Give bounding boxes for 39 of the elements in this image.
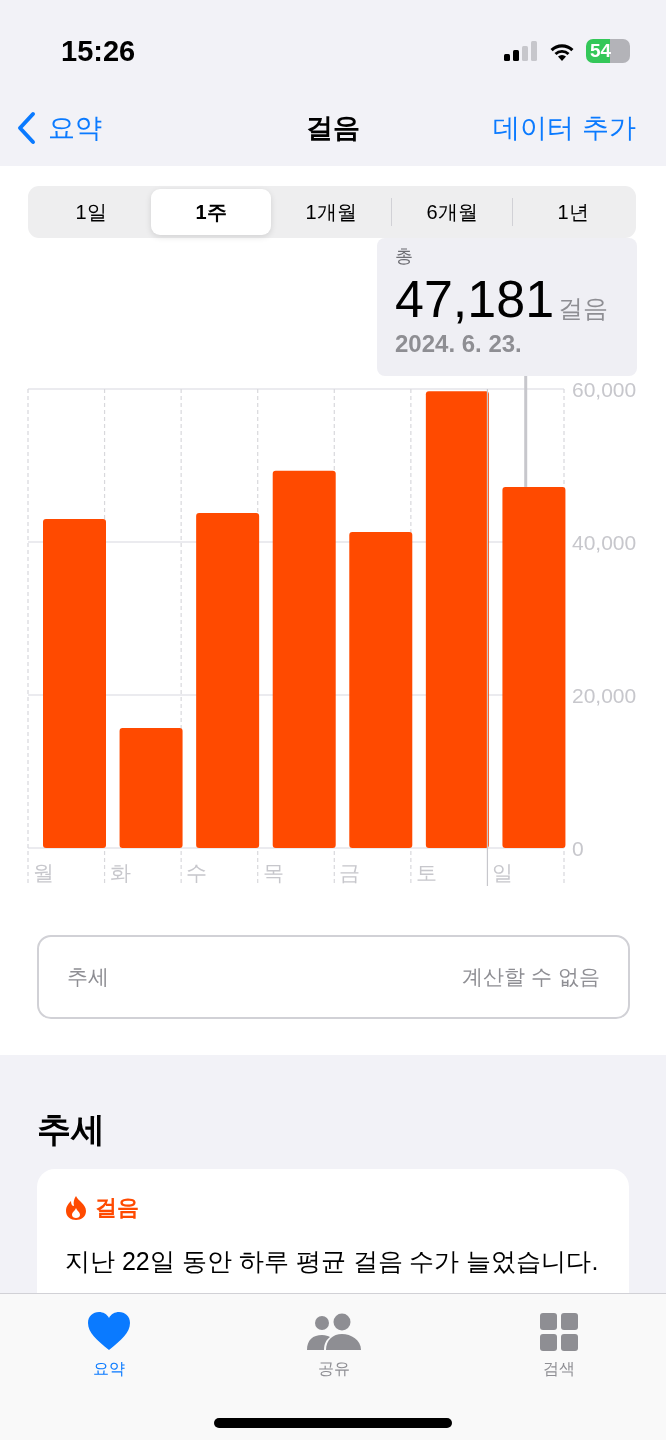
x-axis-label: 월 xyxy=(33,861,54,884)
y-axis-label: 0 xyxy=(572,837,584,860)
trend-label: 추세 xyxy=(67,964,109,990)
x-axis-label: 일 xyxy=(492,861,514,884)
segment-tab[interactable]: 1년 xyxy=(512,198,633,226)
segment-tab[interactable]: 1주 xyxy=(151,189,271,235)
grid-icon xyxy=(540,1313,578,1351)
status-time: 15:26 xyxy=(61,34,136,68)
tooltip-unit: 걸음 xyxy=(558,293,609,324)
flame-icon xyxy=(65,1195,87,1221)
chevron-left-icon xyxy=(16,111,36,145)
x-axis-label: 금 xyxy=(339,861,361,884)
card-title: 걸음 xyxy=(95,1194,139,1222)
x-axis-label: 목 xyxy=(262,861,284,884)
x-axis-label: 화 xyxy=(109,861,131,884)
tab-bar-item[interactable]: 요약 xyxy=(64,1308,154,1380)
people-icon xyxy=(306,1313,362,1351)
tooltip-date: 2024. 6. 23. xyxy=(395,330,523,358)
signal-icon xyxy=(504,41,538,61)
back-button[interactable]: 요약 xyxy=(16,110,102,146)
trend-value: 계산할 수 없음 xyxy=(462,964,600,990)
section-heading: 추세 xyxy=(37,1109,106,1150)
back-label: 요약 xyxy=(48,112,102,145)
segment-tab[interactable]: 1일 xyxy=(31,189,151,235)
trend-card[interactable]: 걸음 지난 22일 동안 하루 평균 걸음 수가 늘었습니다. xyxy=(37,1169,629,1293)
segment-tab[interactable]: 1개월 xyxy=(271,189,391,235)
segment-tab[interactable]: 6개월 xyxy=(391,198,512,226)
y-axis-label: 20,000 xyxy=(572,684,637,707)
trend-text: 지난 22일 동안 하루 평균 걸음 수가 늘었습니다. xyxy=(65,1246,600,1277)
y-axis-label: 40,000 xyxy=(572,531,637,554)
x-axis-label: 토 xyxy=(415,861,437,884)
y-axis-label: 60,000 xyxy=(572,378,637,401)
heart-icon xyxy=(87,1311,131,1351)
x-axis-label: 수 xyxy=(186,861,208,884)
wifi-icon xyxy=(548,41,576,61)
tooltip-label: 총 xyxy=(395,245,414,268)
page-title: 걸음 xyxy=(306,112,360,145)
add-data-button[interactable]: 데이터 추가 xyxy=(493,110,636,146)
tooltip-value: 47,181 xyxy=(395,270,555,328)
